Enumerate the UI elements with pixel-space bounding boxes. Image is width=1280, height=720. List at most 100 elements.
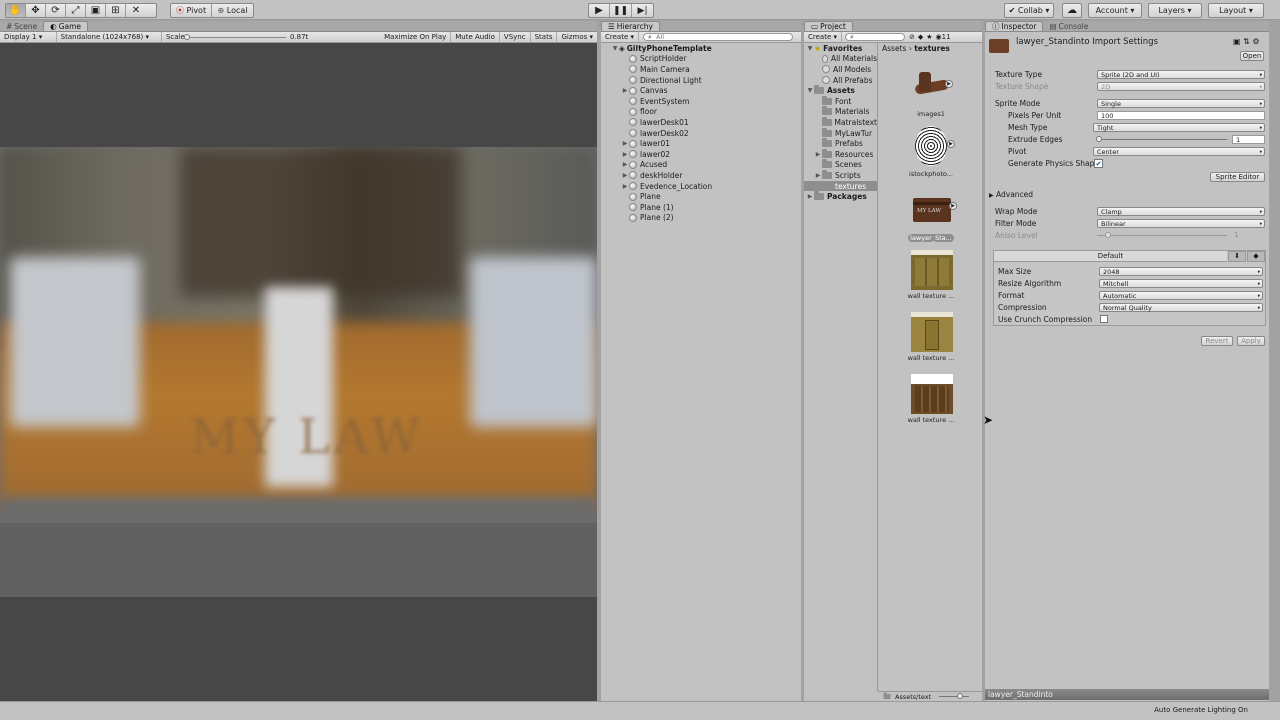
extrude-slider-track[interactable] xyxy=(1097,139,1227,140)
local-button[interactable]: ⊕ Local xyxy=(212,4,253,17)
asset-item-selected[interactable]: MY LAW ▶ lawyer_Sta... xyxy=(905,192,957,242)
settings-gear-icon[interactable]: ⚙ xyxy=(1252,37,1259,46)
hierarchy-item[interactable]: Directional Light xyxy=(601,75,801,86)
account-dropdown[interactable]: Account ▾ xyxy=(1088,3,1142,18)
folder-item[interactable]: Scenes xyxy=(804,159,877,171)
preset-icon[interactable]: ⇅ xyxy=(1243,37,1250,46)
custom-tool-icon[interactable]: ✕ xyxy=(126,4,146,17)
hierarchy-item[interactable]: lawerDesk01 xyxy=(601,117,801,128)
tab-hierarchy[interactable]: ☰ Hierarchy xyxy=(601,21,660,31)
folder-item[interactable]: Matralstext xyxy=(804,116,877,128)
favorite-star-icon[interactable]: ★ xyxy=(926,33,932,41)
game-render-view[interactable]: MY LAW xyxy=(0,147,597,597)
revert-button[interactable]: Revert xyxy=(1201,336,1233,346)
texture-shape-dropdown[interactable]: 2D xyxy=(1097,82,1265,91)
assets-root[interactable]: ▼ Assets xyxy=(804,85,877,96)
format-dropdown[interactable]: Automatic xyxy=(1099,291,1263,300)
hierarchy-item[interactable]: Plane (2) xyxy=(601,213,801,224)
tab-console[interactable]: ▤ Console xyxy=(1043,21,1094,31)
filter-label-icon[interactable]: ◆ xyxy=(918,33,923,41)
asset-item[interactable]: wall texture ... xyxy=(905,374,957,424)
hierarchy-item[interactable]: lawerDesk02 xyxy=(601,128,801,139)
folder-item[interactable]: ▶ Scripts xyxy=(804,169,877,181)
extrude-slider-handle[interactable] xyxy=(1096,136,1102,142)
stats-toggle[interactable]: Stats xyxy=(531,32,558,42)
collab-button[interactable]: ✔ Collab ▾ xyxy=(1004,3,1054,18)
tab-project[interactable]: ▭ Project xyxy=(804,21,853,31)
platform-tab-default[interactable]: Default xyxy=(994,251,1227,262)
scale-tool-icon[interactable]: ⤢ xyxy=(66,4,86,17)
extrude-edges-field[interactable]: 1 xyxy=(1232,135,1265,144)
asset-item[interactable]: ▶ images1 xyxy=(905,68,957,118)
hierarchy-item[interactable]: Main Camera xyxy=(601,64,801,75)
tab-game[interactable]: ◐ Game xyxy=(43,21,89,31)
folder-item[interactable]: ▶ Resources xyxy=(804,148,877,160)
hierarchy-item[interactable]: ▶ Evedence_Location xyxy=(601,181,801,192)
preview-title-bar[interactable]: lawyer_Standinto xyxy=(985,689,1269,700)
hierarchy-item[interactable]: floor xyxy=(601,107,801,118)
generate-physics-checkbox[interactable]: ✔ xyxy=(1094,159,1103,168)
vsync-toggle[interactable]: VSync xyxy=(500,32,531,42)
expand-right-icon[interactable]: ▶ xyxy=(621,161,629,168)
hierarchy-item[interactable]: ▶ Acused xyxy=(601,160,801,171)
hierarchy-item[interactable]: ▶ Canvas xyxy=(601,85,801,96)
mute-audio-toggle[interactable]: Mute Audio xyxy=(451,32,500,42)
packages-root[interactable]: ▶ Packages xyxy=(804,191,877,202)
folder-item[interactable]: Prefabs xyxy=(804,138,877,149)
expand-right-icon[interactable]: ▶ xyxy=(814,151,822,158)
transform-tool-icon[interactable]: ⊞ xyxy=(106,4,126,17)
open-button[interactable]: Open xyxy=(1240,51,1264,61)
pixels-per-unit-field[interactable]: 100 xyxy=(1097,111,1265,120)
folder-item[interactable]: MyLawTur xyxy=(804,127,877,139)
filter-mode-dropdown[interactable]: Bilinear xyxy=(1097,219,1265,228)
layout-dropdown[interactable]: Layout ▾ xyxy=(1208,3,1264,18)
scale-slider-track[interactable] xyxy=(185,37,286,38)
hierarchy-search-input[interactable]: ⌕ All xyxy=(643,33,793,41)
expand-right-icon[interactable]: ▶ xyxy=(621,183,629,190)
hierarchy-item[interactable]: ▶ lawer01 xyxy=(601,138,801,149)
aniso-slider-track[interactable] xyxy=(1097,235,1227,236)
expand-right-icon[interactable]: ▶ xyxy=(621,87,629,94)
favorite-item[interactable]: All Models xyxy=(804,64,877,75)
scale-slider-handle[interactable] xyxy=(183,34,190,40)
favorites-header[interactable]: ▼ ★ Favorites xyxy=(804,43,877,54)
scene-root[interactable]: ▼ ◈ GiltyPhoneTemplate xyxy=(601,43,801,54)
expand-right-icon[interactable]: ▶ xyxy=(621,172,629,179)
favorite-item[interactable]: All Materials xyxy=(804,54,877,65)
tab-inspector[interactable]: ⓘ Inspector xyxy=(985,21,1044,31)
play-icon[interactable]: ▶ xyxy=(589,4,611,17)
breadcrumb-assets[interactable]: Assets xyxy=(882,44,906,53)
zoom-slider[interactable] xyxy=(939,693,970,699)
folder-item[interactable]: Font xyxy=(804,95,877,107)
texture-type-dropdown[interactable]: Sprite (2D and UI) xyxy=(1097,70,1265,79)
platform-android-icon[interactable]: ◆ xyxy=(1247,251,1265,262)
move-tool-icon[interactable]: ✥ xyxy=(26,4,46,17)
asset-item[interactable]: wall texture ... xyxy=(905,250,957,300)
favorite-item[interactable]: All Prefabs xyxy=(804,75,877,86)
project-search-input[interactable]: ⌕ xyxy=(845,33,905,41)
resolution-dropdown[interactable]: Standalone (1024x768) ▾ xyxy=(57,32,162,42)
expand-right-icon[interactable]: ▶ xyxy=(621,151,629,158)
mesh-type-dropdown[interactable]: Tight xyxy=(1093,123,1265,132)
pivot-button[interactable]: ⦿ Pivot xyxy=(171,4,213,17)
project-create-button[interactable]: Create ▾ xyxy=(804,32,842,42)
platform-download-icon[interactable]: ⬇ xyxy=(1228,251,1246,262)
hand-tool-icon[interactable]: ✋ xyxy=(6,4,26,17)
folder-item-selected[interactable]: textures xyxy=(804,180,877,192)
layers-dropdown[interactable]: Layers ▾ xyxy=(1148,3,1202,18)
display-dropdown[interactable]: Display 1 ▾ xyxy=(0,32,57,42)
hierarchy-item[interactable]: EventSystem xyxy=(601,96,801,107)
hierarchy-create-button[interactable]: Create ▾ xyxy=(601,32,639,42)
pause-icon[interactable]: ❚❚ xyxy=(610,4,633,17)
tab-scene[interactable]: # Scene xyxy=(0,21,43,31)
apply-button[interactable]: Apply xyxy=(1237,336,1265,346)
crunch-compression-checkbox[interactable] xyxy=(1100,315,1108,323)
asset-item[interactable]: ▶ istockphoto... xyxy=(905,126,957,178)
sprite-editor-button[interactable]: Sprite Editor xyxy=(1210,172,1265,182)
rotate-tool-icon[interactable]: ⟳ xyxy=(46,4,66,17)
breadcrumb-textures[interactable]: textures xyxy=(914,44,950,53)
pivot-dropdown[interactable]: Center xyxy=(1093,147,1265,156)
folder-item[interactable]: Materials xyxy=(804,106,877,118)
max-size-dropdown[interactable]: 2048 xyxy=(1099,267,1263,276)
resize-algorithm-dropdown[interactable]: Mitchell xyxy=(1099,279,1263,288)
